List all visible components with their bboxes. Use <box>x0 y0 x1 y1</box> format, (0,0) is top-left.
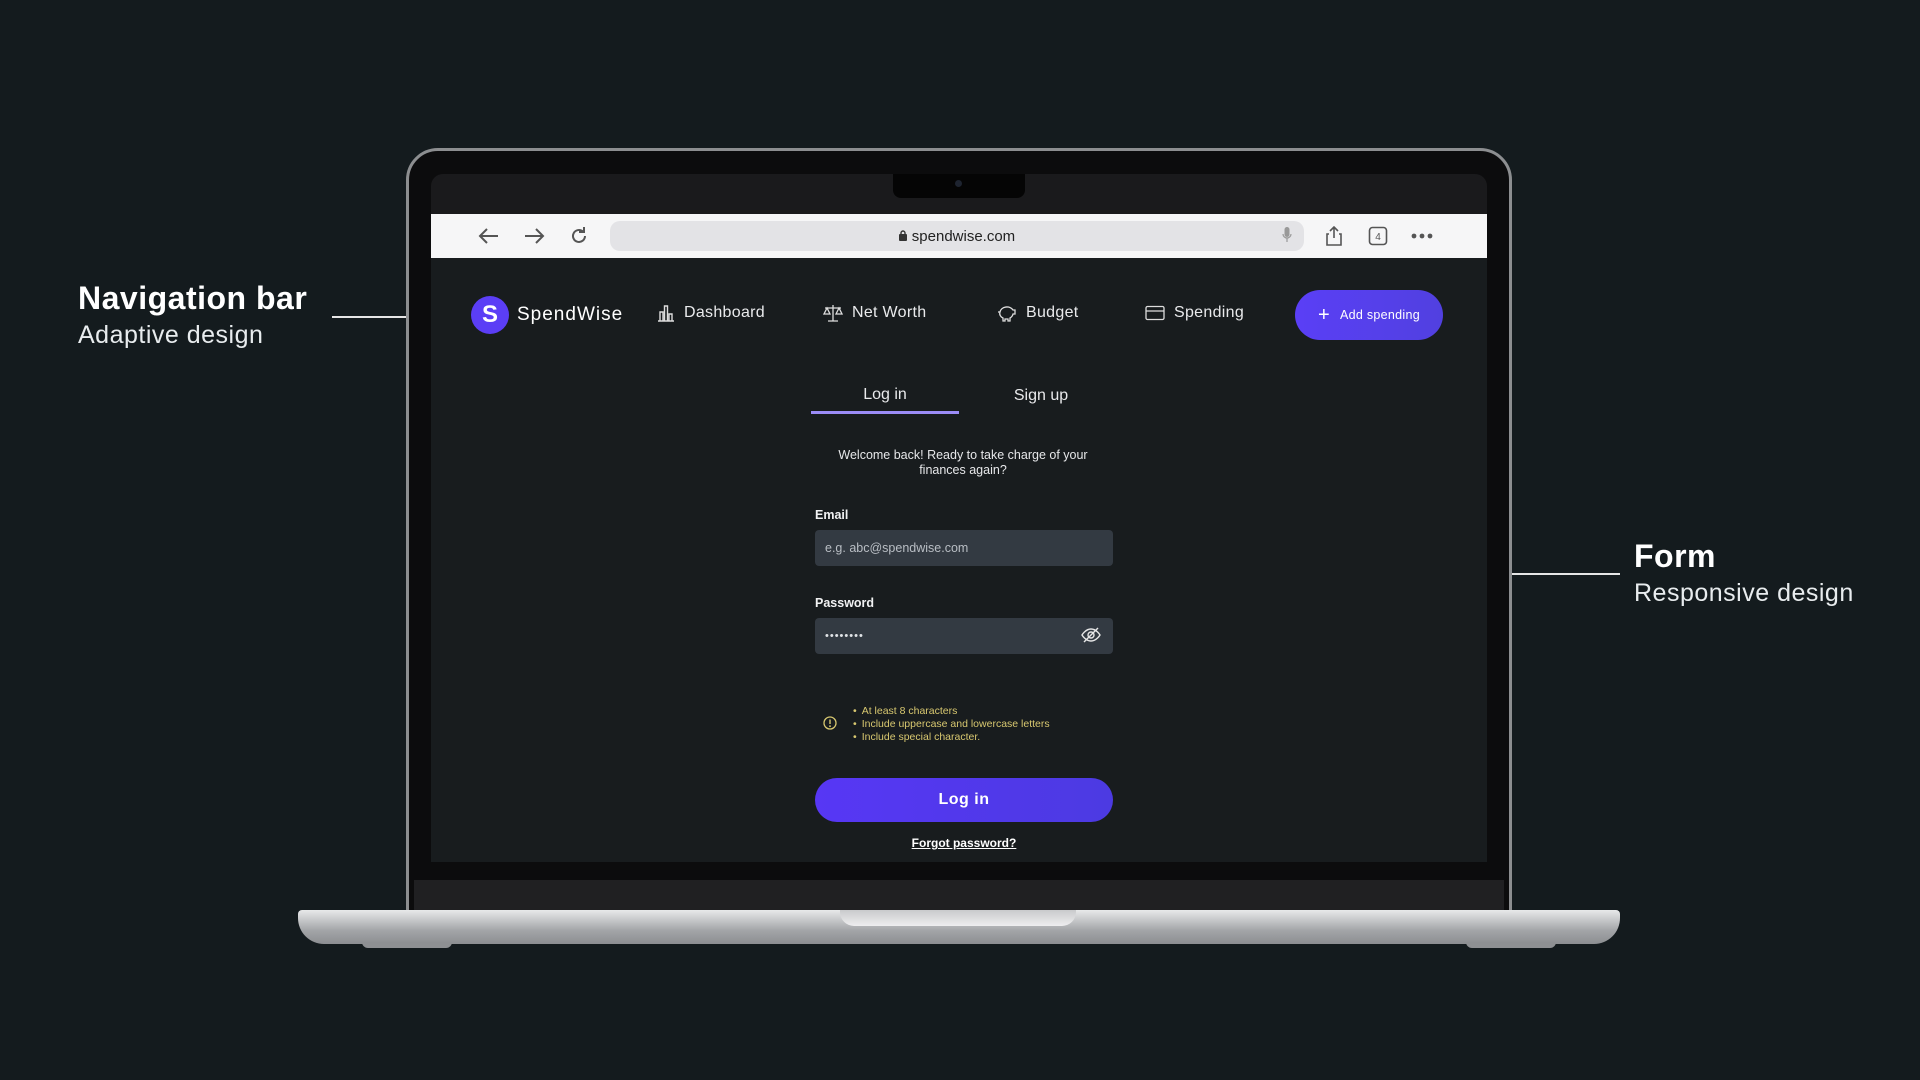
welcome-message: Welcome back! Ready to take charge of yo… <box>838 448 1088 477</box>
laptop-chin <box>414 880 1504 910</box>
laptop-foot-right <box>1466 942 1556 948</box>
nav-link-label: Dashboard <box>684 304 765 321</box>
reload-icon[interactable] <box>566 223 592 249</box>
hint-list: At least 8 characters Include uppercase … <box>853 705 1050 744</box>
annotation-form-title: Form <box>1634 538 1716 574</box>
add-spending-label: Add spending <box>1339 308 1421 322</box>
laptop-base-notch <box>840 910 1076 926</box>
share-icon[interactable] <box>1321 223 1347 249</box>
bar-chart-icon <box>657 304 675 322</box>
scale-icon <box>823 304 843 322</box>
laptop-foot-left <box>362 942 452 948</box>
browser-toolbar: spendwise.com 4 <box>431 214 1487 258</box>
tabs-icon[interactable]: 4 <box>1365 223 1391 249</box>
brand-logo-icon: S <box>471 296 509 334</box>
nav-link-label: Spending <box>1174 304 1245 321</box>
tab-signup[interactable]: Sign up <box>971 378 1111 414</box>
eye-off-icon[interactable] <box>1081 627 1101 646</box>
add-spending-button[interactable]: + Add spending <box>1295 290 1443 340</box>
lock-icon <box>898 228 907 245</box>
brand-name: SpendWise <box>517 304 624 325</box>
auth-tabs: Log in Sign up <box>811 378 1111 418</box>
login-button[interactable]: Log in <box>815 778 1113 822</box>
hint-item: At least 8 characters <box>853 705 1050 718</box>
laptop-base <box>298 910 1620 944</box>
email-field[interactable]: e.g. abc@spendwise.com <box>815 530 1113 566</box>
camera-notch <box>893 174 1025 198</box>
nav-link-label: Net Worth <box>852 304 927 321</box>
annotation-navigation-bar: Navigation bar Adaptive design <box>78 280 307 350</box>
app-navigation-bar: S SpendWise Dashboard Net Worth Budget S… <box>431 258 1487 348</box>
tab-count: 4 <box>1375 232 1381 243</box>
password-field[interactable]: •••••••• <box>815 618 1113 654</box>
annotation-nav-subtitle: Adaptive design <box>78 321 264 349</box>
url-text: spendwise.com <box>911 227 1016 245</box>
forward-arrow-icon[interactable] <box>521 223 547 249</box>
nav-link-net-worth[interactable]: Net Worth <box>823 304 926 322</box>
password-label: Password <box>815 596 875 610</box>
password-value: •••••••• <box>825 630 864 642</box>
annotation-form: Form Responsive design <box>1634 538 1854 608</box>
hint-item: Include uppercase and lowercase letters <box>853 718 1050 731</box>
hint-item: Include special character. <box>853 731 1050 744</box>
tab-login[interactable]: Log in <box>811 378 959 414</box>
nav-link-label: Budget <box>1026 304 1079 321</box>
camera-icon <box>955 180 962 187</box>
annotation-nav-title: Navigation bar <box>78 280 308 316</box>
nav-link-budget[interactable]: Budget <box>997 304 1079 322</box>
annotation-form-subtitle: Responsive design <box>1634 579 1854 607</box>
microphone-icon[interactable] <box>1282 227 1292 247</box>
forgot-password-link[interactable]: Forgot password? <box>815 836 1113 850</box>
back-arrow-icon[interactable] <box>476 223 502 249</box>
more-icon[interactable] <box>1409 223 1435 249</box>
brand-logo[interactable]: S SpendWise <box>471 296 623 334</box>
laptop-screen: spendwise.com 4 S SpendWise Dashboard Ne… <box>431 174 1487 862</box>
app-page: S SpendWise Dashboard Net Worth Budget S… <box>431 258 1487 862</box>
nav-link-dashboard[interactable]: Dashboard <box>657 304 765 322</box>
plus-icon: + <box>1317 304 1330 326</box>
credit-card-icon <box>1145 305 1165 321</box>
url-field[interactable]: spendwise.com <box>610 221 1304 251</box>
nav-link-spending[interactable]: Spending <box>1145 304 1244 322</box>
warning-icon <box>823 716 837 735</box>
piggy-bank-icon <box>997 304 1017 322</box>
email-label: Email <box>815 508 849 522</box>
password-hints: At least 8 characters Include uppercase … <box>815 705 1115 745</box>
